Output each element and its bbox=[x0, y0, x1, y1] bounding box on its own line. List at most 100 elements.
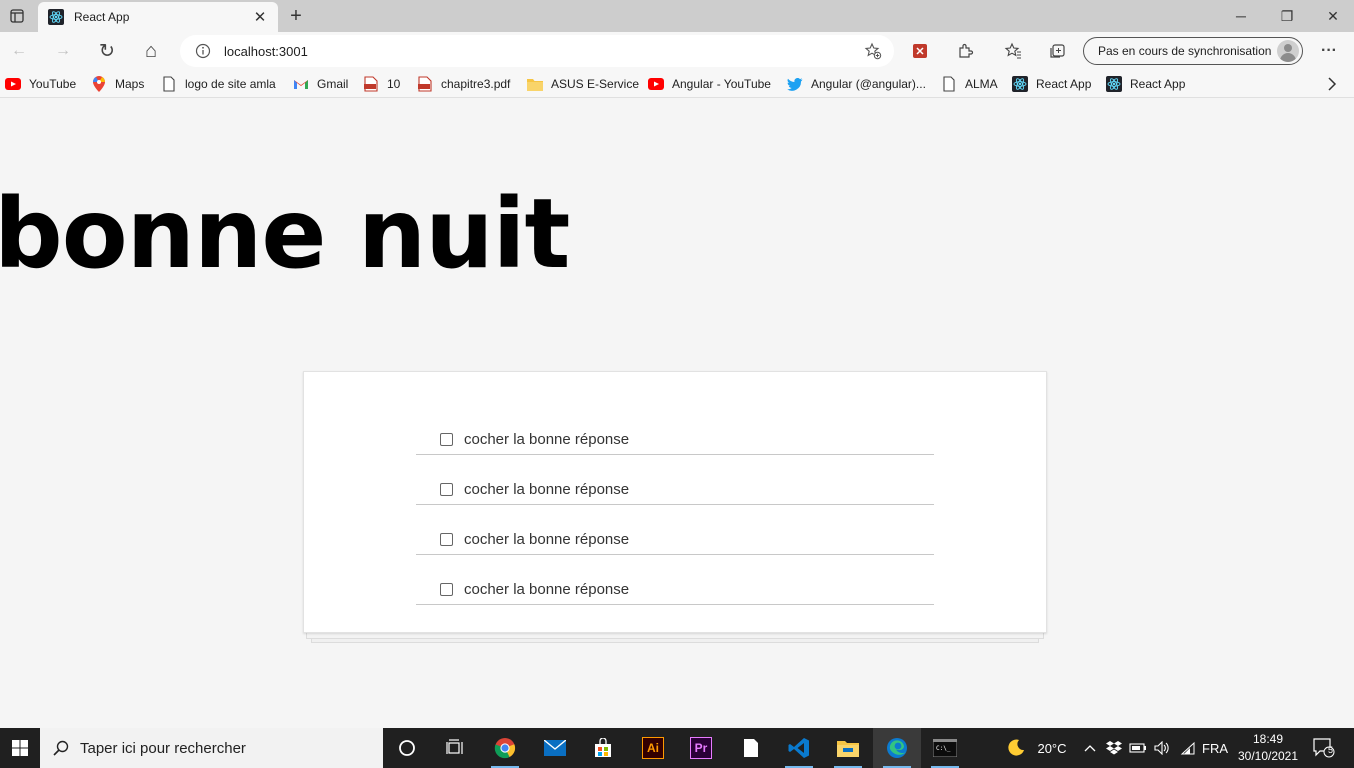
volume-icon[interactable] bbox=[1152, 728, 1172, 768]
maps-icon bbox=[91, 76, 107, 92]
sync-button[interactable]: Pas en cours de synchronisation bbox=[1083, 37, 1303, 65]
taskbar-clock[interactable]: 18:49 30/10/2021 bbox=[1234, 731, 1302, 765]
answer-label: cocher la bonne réponse bbox=[464, 581, 630, 598]
cortana-icon[interactable] bbox=[383, 728, 431, 768]
back-button[interactable]: ← bbox=[4, 36, 34, 66]
address-bar[interactable]: localhost:3001 bbox=[180, 35, 894, 67]
extensions-puzzle-icon[interactable] bbox=[950, 36, 980, 66]
notepad-icon[interactable] bbox=[727, 728, 775, 768]
bookmark-10[interactable]: 10 bbox=[363, 74, 400, 94]
bookmark-gmail[interactable]: Gmail bbox=[293, 74, 348, 94]
home-button[interactable]: ⌂ bbox=[136, 36, 166, 66]
pdf-icon bbox=[417, 76, 433, 92]
gmail-icon bbox=[293, 76, 309, 92]
bookmark-react-app-2[interactable]: React App bbox=[1106, 74, 1185, 94]
minimize-button[interactable]: ─ bbox=[1218, 0, 1264, 32]
answer-option[interactable]: cocher la bonne réponse bbox=[416, 475, 934, 505]
mail-icon[interactable] bbox=[531, 728, 579, 768]
answer-option[interactable]: cocher la bonne réponse bbox=[416, 525, 934, 555]
new-tab-button[interactable]: + bbox=[283, 4, 309, 28]
language-indicator[interactable]: FRA bbox=[1200, 728, 1230, 768]
bookmark-alma[interactable]: ALMA bbox=[941, 74, 998, 94]
weather-icon[interactable] bbox=[1003, 728, 1029, 768]
bookmark-react-app-1[interactable]: React App bbox=[1012, 74, 1091, 94]
task-view-icon[interactable] bbox=[431, 728, 479, 768]
chevron-right-icon[interactable] bbox=[1322, 74, 1342, 94]
answer-label: cocher la bonne réponse bbox=[464, 481, 630, 498]
bookmark-label: React App bbox=[1130, 77, 1186, 91]
favorites-icon[interactable] bbox=[998, 36, 1028, 66]
bookmark-label: chapitre3.pdf bbox=[441, 77, 511, 91]
windows-start-icon[interactable] bbox=[0, 728, 40, 768]
bookmark-asus[interactable]: ASUS E-Service bbox=[527, 74, 639, 94]
bookmark-angular-youtube[interactable]: Angular - YouTube bbox=[648, 74, 771, 94]
avatar bbox=[1277, 40, 1299, 62]
answer-checkbox[interactable] bbox=[440, 533, 453, 546]
tab-actions-icon[interactable] bbox=[4, 4, 30, 28]
react-icon bbox=[1106, 76, 1122, 92]
add-favorite-icon[interactable] bbox=[862, 40, 884, 62]
react-icon bbox=[1012, 76, 1028, 92]
bookmark-label: ALMA bbox=[965, 77, 998, 91]
browser-toolbar: ← → ↻ ⌂ localhost:3001 Pas en cours de s… bbox=[0, 32, 1354, 70]
forward-button[interactable]: → bbox=[48, 36, 78, 66]
weather-temp[interactable]: 20°C bbox=[1034, 728, 1070, 768]
search-placeholder: Taper ici pour rechercher bbox=[80, 739, 246, 757]
url-text[interactable]: localhost:3001 bbox=[224, 44, 862, 59]
terminal-icon[interactable]: C:\_ bbox=[921, 728, 969, 768]
search-icon bbox=[52, 739, 70, 757]
restore-button[interactable]: ❐ bbox=[1264, 0, 1310, 32]
battery-icon[interactable] bbox=[1128, 728, 1148, 768]
bookmark-label: 10 bbox=[387, 77, 401, 91]
bookmark-label: Angular (@angular)... bbox=[811, 77, 926, 91]
info-icon[interactable] bbox=[194, 42, 212, 60]
answer-option[interactable]: cocher la bonne réponse bbox=[416, 425, 934, 455]
answer-checkbox[interactable] bbox=[440, 433, 453, 446]
tab-strip: React App ✕ + ─ ❐ ✕ bbox=[0, 0, 1354, 32]
windows-taskbar: Taper ici pour rechercher Ai Pr C:\_ 20°… bbox=[0, 728, 1354, 768]
tab-close-icon[interactable]: ✕ bbox=[250, 7, 270, 27]
clock-time: 18:49 bbox=[1252, 732, 1284, 746]
bookmark-label: Maps bbox=[115, 77, 145, 91]
notification-center-icon[interactable]: 5 bbox=[1310, 736, 1338, 760]
vscode-icon[interactable] bbox=[775, 728, 823, 768]
page-heading: bonne nuit bbox=[0, 178, 570, 290]
premiere-icon[interactable]: Pr bbox=[677, 728, 725, 768]
settings-menu-button[interactable]: ··· bbox=[1314, 36, 1344, 66]
bookmarks-bar: YouTube Maps logo de site amla Gmail 10 … bbox=[0, 70, 1354, 98]
refresh-button[interactable]: ↻ bbox=[92, 36, 122, 66]
file-explorer-icon[interactable] bbox=[824, 728, 872, 768]
page-icon bbox=[161, 76, 177, 92]
browser-tab[interactable]: React App ✕ bbox=[38, 2, 278, 32]
pdf-icon bbox=[363, 76, 379, 92]
twitter-icon bbox=[787, 76, 803, 92]
extension-icon[interactable] bbox=[905, 36, 935, 66]
dropbox-icon[interactable] bbox=[1104, 728, 1124, 768]
bookmark-logo-site[interactable]: logo de site amla bbox=[161, 74, 276, 94]
answer-checkbox[interactable] bbox=[440, 583, 453, 596]
close-window-button[interactable]: ✕ bbox=[1310, 0, 1354, 32]
chrome-icon[interactable] bbox=[481, 728, 529, 768]
bookmark-youtube[interactable]: YouTube bbox=[5, 74, 76, 94]
taskbar-search-input[interactable]: Taper ici pour rechercher bbox=[40, 728, 383, 768]
chevron-up-icon[interactable] bbox=[1080, 728, 1100, 768]
answer-label: cocher la bonne réponse bbox=[464, 531, 630, 548]
bookmark-maps[interactable]: Maps bbox=[91, 74, 144, 94]
folder-icon bbox=[527, 76, 543, 92]
bookmark-label: React App bbox=[1036, 77, 1092, 91]
bookmark-label: YouTube bbox=[29, 77, 77, 91]
bookmark-chapitre3[interactable]: chapitre3.pdf bbox=[417, 74, 510, 94]
wifi-icon[interactable] bbox=[1178, 728, 1198, 768]
bookmark-angular-twitter[interactable]: Angular (@angular)... bbox=[787, 74, 926, 94]
answer-option[interactable]: cocher la bonne réponse bbox=[416, 575, 934, 605]
answer-checkbox[interactable] bbox=[440, 483, 453, 496]
store-icon[interactable] bbox=[579, 728, 627, 768]
tab-title: React App bbox=[74, 10, 130, 24]
illustrator-icon[interactable]: Ai bbox=[629, 728, 677, 768]
svg-text:C:\_: C:\_ bbox=[936, 745, 951, 752]
page-content: bonne nuit cocher la bonne réponse coche… bbox=[0, 98, 1354, 728]
edge-icon[interactable] bbox=[873, 728, 921, 768]
bookmark-label: Angular - YouTube bbox=[672, 77, 771, 91]
illustrator-label: Ai bbox=[642, 737, 664, 759]
collections-icon[interactable] bbox=[1042, 36, 1072, 66]
